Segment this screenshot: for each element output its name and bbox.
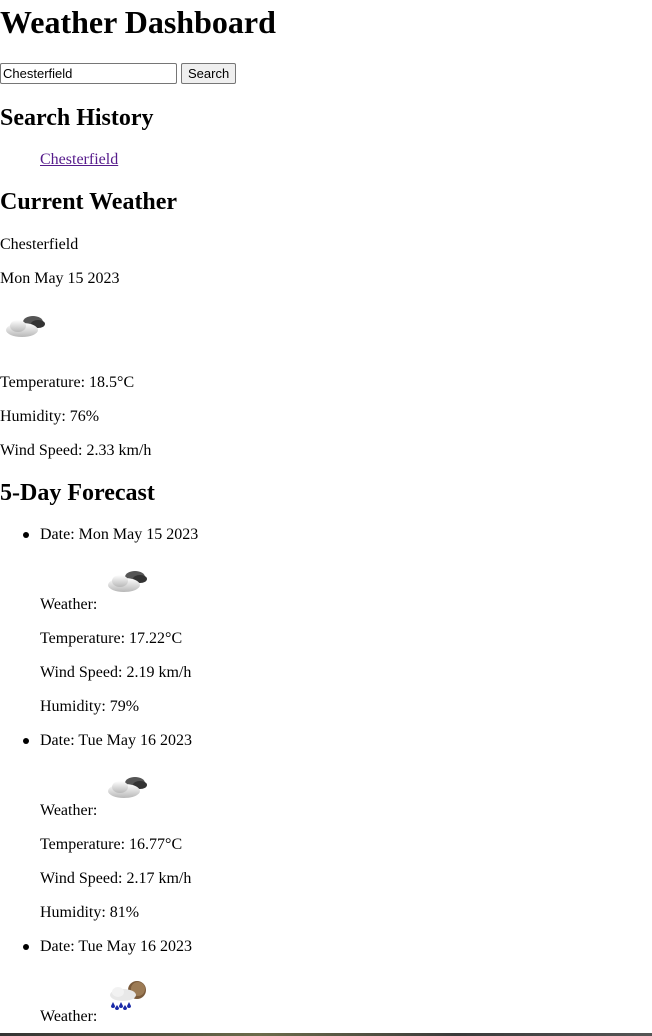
list-bullet	[23, 738, 29, 744]
page-title: Weather Dashboard	[0, 4, 276, 40]
rain-icon	[110, 981, 146, 1010]
forecast-date: Date: Mon May 15 2023	[40, 526, 199, 543]
search-input[interactable]	[0, 63, 177, 84]
current-temperature: Temperature: 18.5°C	[0, 374, 135, 391]
forecast-wind-speed: Wind Speed: 2.17 km/h	[40, 870, 192, 887]
current-city: Chesterfield	[0, 236, 79, 253]
current-humidity: Humidity: 76%	[0, 408, 100, 425]
forecast-temperature: Temperature: 17.22°C	[40, 630, 183, 647]
current-weather-heading: Current Weather	[0, 189, 178, 215]
forecast-humidity: Humidity: 79%	[40, 698, 140, 715]
forecast-temperature: Temperature: 16.77°C	[40, 836, 183, 853]
forecast-weather-label: Weather:	[40, 596, 98, 613]
forecast-humidity: Humidity: 81%	[40, 904, 140, 921]
forecast-weather-label: Weather:	[40, 802, 98, 819]
forecast-date: Date: Tue May 16 2023	[40, 938, 192, 955]
partly-cloudy-icon	[108, 571, 147, 592]
current-date: Mon May 15 2023	[0, 270, 120, 287]
forecast-heading: 5-Day Forecast	[0, 480, 155, 506]
list-bullet	[23, 944, 29, 950]
search-form: Search	[0, 63, 237, 84]
partly-cloudy-icon	[6, 316, 45, 337]
current-wind-speed: Wind Speed: 2.33 km/h	[0, 442, 152, 459]
forecast-weather-label: Weather:	[40, 1008, 98, 1025]
history-item-link[interactable]: Chesterfield	[40, 151, 118, 169]
weather-dashboard-page: Weather Dashboard Search Search History …	[0, 0, 652, 1036]
search-button[interactable]: Search	[181, 63, 237, 84]
partly-cloudy-icon	[108, 777, 147, 798]
search-history-heading: Search History	[0, 105, 154, 131]
forecast-wind-speed: Wind Speed: 2.19 km/h	[40, 664, 192, 681]
list-bullet	[23, 532, 29, 538]
forecast-date: Date: Tue May 16 2023	[40, 732, 192, 749]
